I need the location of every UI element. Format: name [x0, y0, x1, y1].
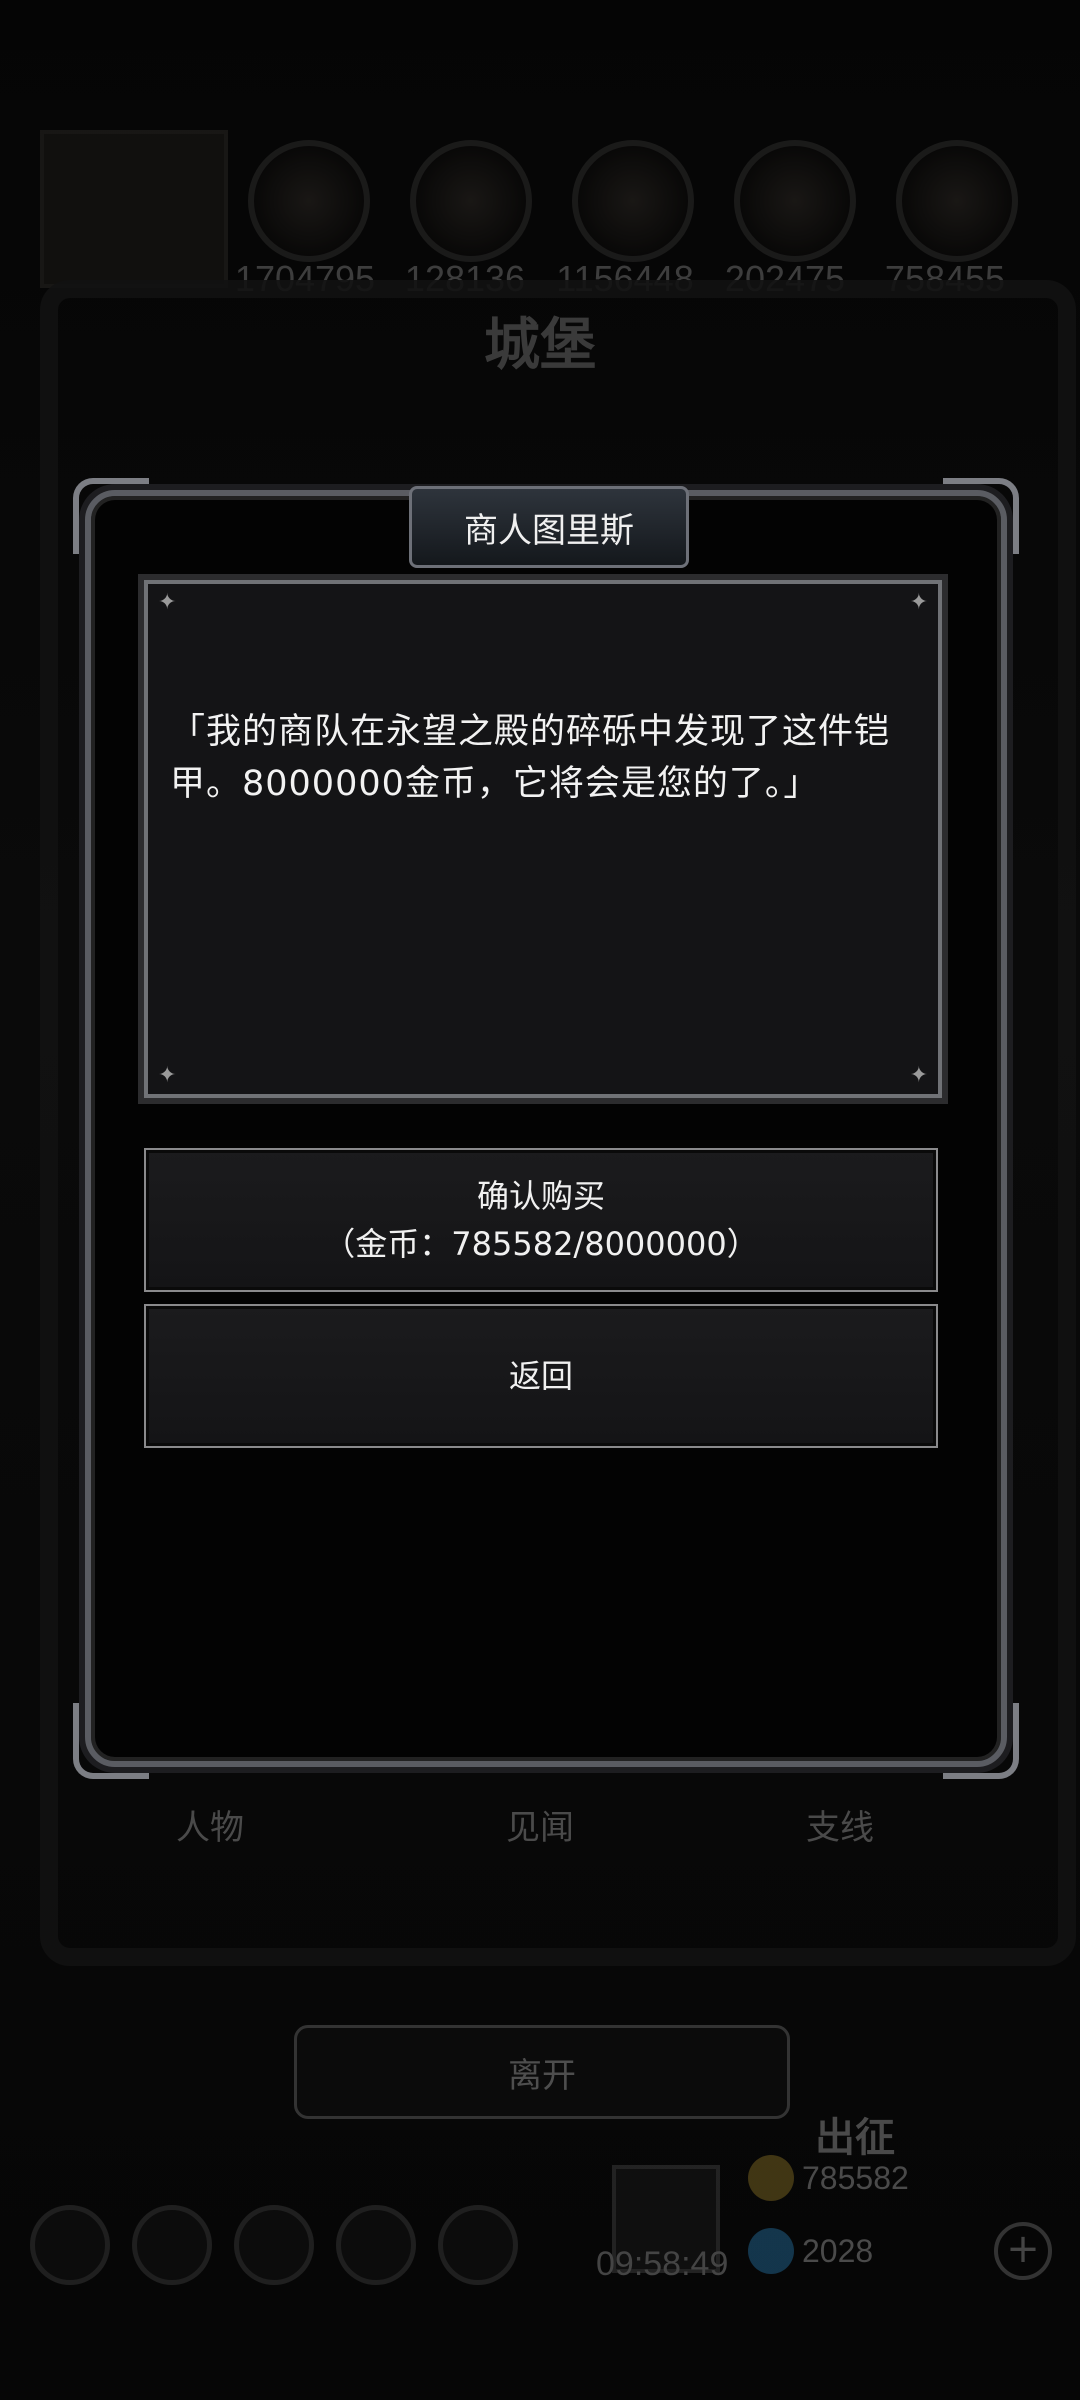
resource-bar: 1704795 128136 1156448 202475 758455: [30, 130, 1050, 299]
frame-corner: [943, 478, 1019, 554]
gem-display: 2028: [748, 2228, 873, 2274]
back-button[interactable]: 返回: [144, 1304, 938, 1448]
back-label: 返回: [508, 1357, 573, 1395]
sparkle-icon: ✦: [158, 590, 177, 615]
chart-icon[interactable]: [234, 2205, 314, 2285]
hero-portrait[interactable]: [40, 130, 228, 288]
eye-icon[interactable]: [132, 2205, 212, 2285]
tab-news[interactable]: 见闻: [390, 1800, 690, 1849]
gear-icon[interactable]: [438, 2205, 518, 2285]
stone-icon: [896, 140, 1018, 262]
merchant-dialog: 商人图里斯 ✦ ✦ ✦ ✦ 「我的商队在永望之殿的碎砾中发现了这件铠甲。8000…: [73, 478, 1019, 1779]
crystal-icon: [734, 140, 856, 262]
add-icon[interactable]: +: [994, 2222, 1052, 2280]
castle-title: 城堡: [484, 312, 596, 378]
frame-corner: [73, 1703, 149, 1779]
confirm-purchase-button[interactable]: 确认购买 （金币：785582/8000000）: [144, 1148, 938, 1292]
dialog-title: 商人图里斯: [464, 510, 634, 551]
sparkle-icon: ✦: [158, 1063, 177, 1088]
gem-amount: 2028: [802, 2232, 874, 2269]
iron-icon: [572, 140, 694, 262]
message-panel: ✦ ✦ ✦ ✦ 「我的商队在永望之殿的碎砾中发现了这件铠甲。8000000金币，…: [144, 580, 942, 1098]
gem-icon: [748, 2228, 794, 2274]
merchant-message: 「我的商队在永望之殿的碎砾中发现了这件铠甲。8000000金币，它将会是您的了。…: [170, 712, 891, 804]
gold-display: 785582: [748, 2155, 909, 2201]
book-icon[interactable]: [336, 2205, 416, 2285]
meat-icon: [248, 140, 370, 262]
tab-sideline[interactable]: 支线: [690, 1800, 990, 1849]
gift-timer: 09:58:49: [596, 2245, 729, 2283]
confirm-label: 确认购买: [476, 1177, 605, 1215]
dialog-title-plate: 商人图里斯: [409, 486, 689, 568]
menu-icon[interactable]: [30, 2205, 110, 2285]
sparkle-icon: ✦: [909, 1063, 928, 1088]
leave-button[interactable]: 离开: [294, 2025, 790, 2119]
castle-tabs: 人物 见闻 支线: [60, 1800, 1020, 1880]
sparkle-icon: ✦: [909, 590, 928, 615]
frame-corner: [73, 478, 149, 554]
gold-coin-icon: [748, 2155, 794, 2201]
tab-character[interactable]: 人物: [60, 1800, 360, 1849]
frame-corner: [943, 1703, 1019, 1779]
confirm-cost: （金币：785582/8000000）: [323, 1225, 759, 1263]
wood-icon: [410, 140, 532, 262]
gold-amount: 785582: [802, 2159, 909, 2196]
